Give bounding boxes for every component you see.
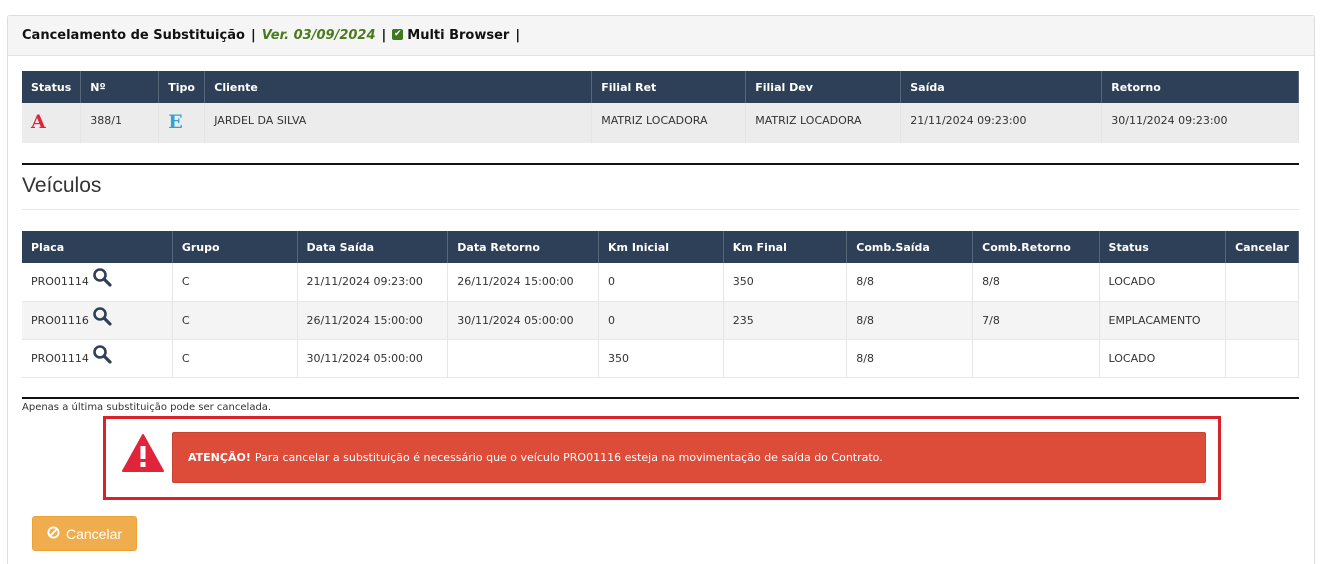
check-icon: ✔ <box>392 29 404 40</box>
version-label: Ver. 03/09/2024 <box>261 28 376 43</box>
column-header: Grupo <box>172 231 298 263</box>
cancel-cell <box>1225 301 1299 340</box>
alert-strong: ATENÇÃO! <box>188 451 251 464</box>
km-inicial-cell: 0 <box>598 301 724 340</box>
header-separator: | <box>515 28 521 43</box>
km-final-cell: 235 <box>723 301 848 340</box>
filial-ret: MATRIZ LOCADORA <box>591 103 747 143</box>
km-inicial-cell: 0 <box>598 263 724 302</box>
data-saida-cell: 26/11/2024 15:00:00 <box>297 301 449 340</box>
tipo-letter: E <box>168 111 183 133</box>
cancel-cell <box>1225 263 1299 302</box>
alert-box: ATENÇÃO! Para cancelar a substituição é … <box>172 432 1206 483</box>
column-header: Tipo <box>158 71 206 103</box>
table-row: A 388/1 E JARDEL DA SILVA MATRIZ LOCADOR… <box>22 103 1299 143</box>
plate-cell: PRO01116 <box>22 301 173 340</box>
group-cell: C <box>172 301 298 340</box>
tipo-cell: E <box>158 103 206 143</box>
group-cell: C <box>172 339 298 378</box>
km-final-cell: 350 <box>723 263 848 302</box>
data-retorno-cell: 26/11/2024 15:00:00 <box>447 263 600 302</box>
km-inicial-cell: 350 <box>598 339 724 378</box>
data-retorno-cell <box>447 339 600 378</box>
note-text: Apenas a última substituição pode ser ca… <box>22 402 272 413</box>
column-header: Comb.Saída <box>846 231 974 263</box>
vehicles-title: Veículos <box>22 174 102 197</box>
data-saida-cell: 21/11/2024 09:23:00 <box>297 263 449 302</box>
cancel-button[interactable]: Cancelar <box>32 516 137 551</box>
group-cell: C <box>172 263 298 302</box>
plate-cell: PRO01114 <box>22 263 173 302</box>
table-row: PRO01114 C 30/11/2024 05:00:00 350 8/8 L… <box>22 339 1299 378</box>
comb-retorno-cell <box>972 339 1100 378</box>
multi-browser-label: Multi Browser <box>407 28 510 43</box>
column-header: Data Retorno <box>447 231 600 263</box>
plate-text: PRO01114 <box>31 351 89 365</box>
comb-saida-cell: 8/8 <box>846 339 974 378</box>
status-letter: A <box>31 111 46 133</box>
column-header: Status <box>1099 231 1227 263</box>
client-name: JARDEL DA SILVA <box>204 103 593 143</box>
column-header: Data Saída <box>297 231 449 263</box>
data-saida-cell: 30/11/2024 05:00:00 <box>297 339 449 378</box>
header-separator: | <box>381 28 387 43</box>
contract-header-row: Status Nº Tipo Cliente Filial Ret Filial… <box>22 71 1299 103</box>
column-header: Retorno <box>1101 71 1299 103</box>
column-header: Comb.Retorno <box>972 231 1100 263</box>
column-header: Status <box>22 71 82 103</box>
column-header: Nº <box>80 71 160 103</box>
status-cell: A <box>22 103 82 143</box>
divider <box>22 209 1299 210</box>
cancel-button-label: Cancelar <box>65 525 123 542</box>
page-title: Cancelamento de Substituição <box>22 28 245 43</box>
comb-retorno-cell: 7/8 <box>972 301 1100 340</box>
filial-dev: MATRIZ LOCADORA <box>745 103 902 143</box>
alert-highlight-frame: ATENÇÃO! Para cancelar a substituição é … <box>103 416 1221 500</box>
retorno-date: 30/11/2024 09:23:00 <box>1101 103 1299 143</box>
km-final-cell <box>723 339 848 378</box>
column-header: Km Inicial <box>598 231 724 263</box>
vehicles-table: Placa Grupo Data Saída Data Retorno Km I… <box>22 231 1299 378</box>
header-separator: | <box>250 28 256 43</box>
column-header: Filial Ret <box>591 71 747 103</box>
search-icon[interactable] <box>92 344 112 367</box>
alert-message: Para cancelar a substituição é necessári… <box>254 451 883 464</box>
comb-saida-cell: 8/8 <box>846 301 974 340</box>
table-row: PRO01116 C 26/11/2024 15:00:00 30/11/202… <box>22 301 1299 340</box>
divider <box>22 163 1299 165</box>
column-header: Km Final <box>723 231 848 263</box>
column-header: Saída <box>900 71 1103 103</box>
column-header: Placa <box>22 231 173 263</box>
panel-header: Cancelamento de Substituição | Ver. 03/0… <box>8 16 1314 56</box>
data-retorno-cell: 30/11/2024 05:00:00 <box>447 301 600 340</box>
ban-icon <box>47 525 60 542</box>
search-icon[interactable] <box>92 267 112 290</box>
cancel-cell <box>1225 339 1299 378</box>
plate-text: PRO01116 <box>31 313 89 327</box>
vehicles-header-row: Placa Grupo Data Saída Data Retorno Km I… <box>22 231 1299 263</box>
warning-triangle-icon <box>121 433 165 477</box>
divider <box>22 397 1299 399</box>
status-cell: EMPLACAMENTO <box>1099 301 1227 340</box>
table-row: PRO01114 C 21/11/2024 09:23:00 26/11/202… <box>22 263 1299 302</box>
plate-cell: PRO01114 <box>22 339 173 378</box>
column-header: Cancelar <box>1225 231 1299 263</box>
column-header: Filial Dev <box>745 71 902 103</box>
comb-retorno-cell: 8/8 <box>972 263 1100 302</box>
contract-number: 388/1 <box>80 103 160 143</box>
status-cell: LOCADO <box>1099 263 1227 302</box>
comb-saida-cell: 8/8 <box>846 263 974 302</box>
plate-text: PRO01114 <box>31 275 89 289</box>
contract-table: Status Nº Tipo Cliente Filial Ret Filial… <box>22 71 1299 143</box>
column-header: Cliente <box>204 71 593 103</box>
search-icon[interactable] <box>92 306 112 329</box>
status-cell: LOCADO <box>1099 339 1227 378</box>
saida-date: 21/11/2024 09:23:00 <box>900 103 1103 143</box>
